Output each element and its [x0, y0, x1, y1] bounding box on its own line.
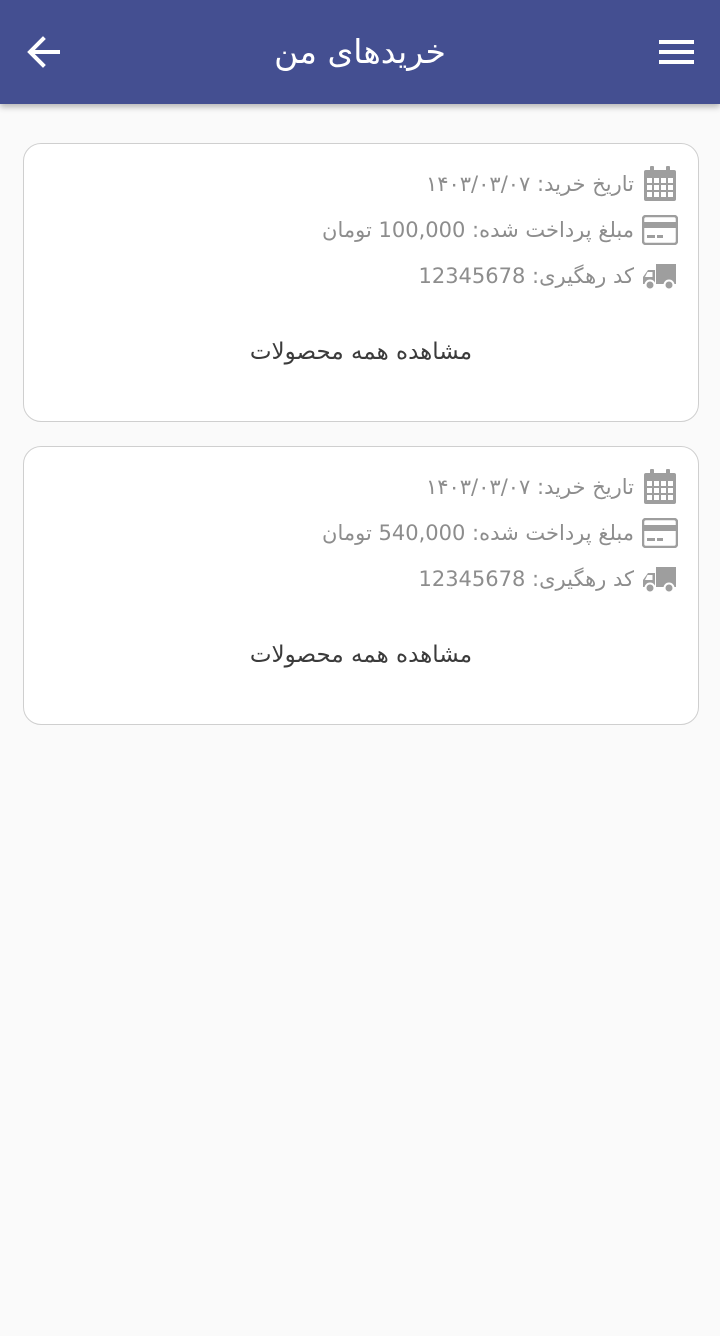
credit-card-icon	[642, 212, 678, 248]
page-title: خریدهای من	[274, 32, 446, 71]
hamburger-menu-icon	[659, 40, 694, 64]
paid-amount-label: مبلغ پرداخت شده:	[472, 521, 634, 545]
tracking-code-row: کد رهگیری: 12345678	[418, 559, 678, 599]
delivery-truck-icon	[642, 561, 678, 597]
delivery-truck-icon	[642, 258, 678, 294]
calendar-icon	[642, 469, 678, 505]
paid-amount-value: 540,000	[378, 521, 466, 545]
currency-label: تومان	[322, 521, 372, 545]
order-card: تاریخ خرید: ۱۴۰۳/۰۳/۰۷ مبلغ پرداخت شده: …	[23, 446, 699, 725]
calendar-icon	[642, 166, 678, 202]
purchase-date-label: تاریخ خرید:	[537, 172, 634, 196]
purchase-date-row: تاریخ خرید: ۱۴۰۳/۰۳/۰۷	[426, 467, 678, 507]
order-card: تاریخ خرید: ۱۴۰۳/۰۳/۰۷ مبلغ پرداخت شده: …	[23, 143, 699, 422]
purchase-date-row: تاریخ خرید: ۱۴۰۳/۰۳/۰۷	[426, 164, 678, 204]
paid-amount-row: مبلغ پرداخت شده: 540,000 تومان	[322, 513, 678, 553]
purchase-date-value: ۱۴۰۳/۰۳/۰۷	[425, 172, 531, 196]
credit-card-icon	[642, 515, 678, 551]
tracking-code-value: 12345678	[418, 567, 526, 591]
tracking-code-value: 12345678	[418, 264, 526, 288]
tracking-code-label: کد رهگیری:	[532, 567, 634, 591]
view-all-products-button[interactable]: مشاهده همه محصولات	[24, 330, 698, 374]
currency-label: تومان	[322, 218, 372, 242]
purchase-date-label: تاریخ خرید:	[537, 475, 634, 499]
view-all-products-button[interactable]: مشاهده همه محصولات	[24, 633, 698, 677]
paid-amount-row: مبلغ پرداخت شده: 100,000 تومان	[322, 210, 678, 250]
paid-amount-label: مبلغ پرداخت شده:	[472, 218, 634, 242]
app-bar: خریدهای من	[0, 0, 720, 104]
purchase-date-value: ۱۴۰۳/۰۳/۰۷	[425, 475, 531, 499]
menu-button[interactable]	[652, 28, 700, 76]
tracking-code-row: کد رهگیری: 12345678	[418, 256, 678, 296]
paid-amount-value: 100,000	[378, 218, 466, 242]
tracking-code-label: کد رهگیری:	[532, 264, 634, 288]
